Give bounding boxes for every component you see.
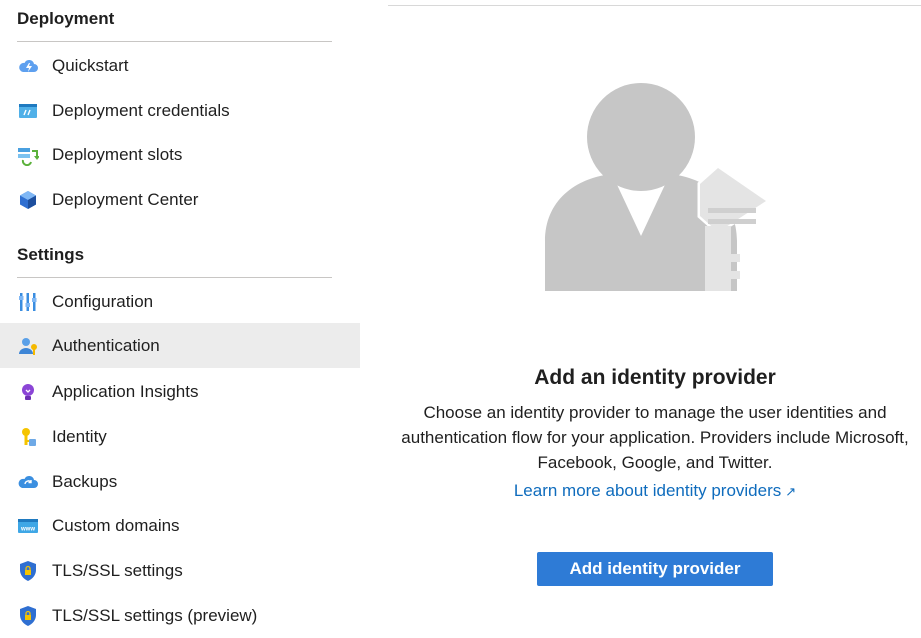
sidebar-item-application-insights[interactable]: Application Insights <box>0 369 360 414</box>
shield-lock-icon <box>17 605 39 627</box>
external-link-icon: ↗ <box>785 484 797 499</box>
cloud-backup-icon <box>17 471 39 493</box>
cube-icon <box>17 189 39 211</box>
svg-text:www: www <box>20 526 35 532</box>
sidebar-item-tls-ssl-settings[interactable]: TLS/SSL settings <box>0 548 360 593</box>
empty-state-heading: Add an identity provider <box>534 366 776 389</box>
sidebar-item-deployment-credentials[interactable]: Deployment credentials <box>0 88 360 133</box>
identity-key-icon <box>17 426 39 448</box>
sidebar: Deployment Quickstart Deployment credent… <box>0 0 360 638</box>
learn-more-link[interactable]: Learn more about identity providers ↗ <box>400 481 910 501</box>
sidebar-item-label: TLS/SSL settings (preview) <box>52 605 258 625</box>
sidebar-item-label: Custom domains <box>52 515 180 535</box>
sidebar-item-configuration[interactable]: Configuration <box>0 279 360 324</box>
section-title-deployment: Deployment <box>17 9 115 28</box>
sidebar-item-tls-ssl-settings-preview[interactable]: TLS/SSL settings (preview) <box>0 593 360 638</box>
sidebar-item-label: Backups <box>52 471 118 491</box>
user-with-key-illustration <box>540 76 771 296</box>
credentials-icon <box>17 100 39 122</box>
sidebar-item-deployment-center[interactable]: Deployment Center <box>0 177 360 222</box>
top-divider <box>388 5 921 6</box>
section-divider <box>17 277 332 278</box>
section-divider <box>17 41 332 42</box>
sidebar-item-deployment-slots[interactable]: Deployment slots <box>0 132 360 177</box>
sidebar-item-backups[interactable]: Backups <box>0 459 360 504</box>
sidebar-item-quickstart[interactable]: Quickstart <box>0 43 360 88</box>
www-icon: www <box>17 515 39 537</box>
cloud-lightning-icon <box>17 55 39 77</box>
sidebar-item-custom-domains[interactable]: www Custom domains <box>0 503 360 548</box>
sidebar-item-label: Application Insights <box>52 381 199 401</box>
section-title-settings: Settings <box>17 245 85 264</box>
sidebar-item-label: Deployment slots <box>52 144 183 164</box>
shield-lock-icon <box>17 560 39 582</box>
empty-state-description: Choose an identity provider to manage th… <box>401 403 909 472</box>
sidebar-item-label: Quickstart <box>52 55 129 75</box>
sidebar-item-label: Deployment credentials <box>52 100 230 120</box>
sidebar-item-identity[interactable]: Identity <box>0 414 360 459</box>
learn-more-link-text[interactable]: Learn more about identity providers <box>514 481 781 500</box>
sidebar-item-label: Identity <box>52 426 107 446</box>
sidebar-item-label: Deployment Center <box>52 189 199 209</box>
user-key-icon <box>17 335 39 357</box>
lightbulb-icon <box>17 381 39 403</box>
sliders-icon <box>17 291 39 313</box>
sidebar-item-label: TLS/SSL settings <box>52 560 183 580</box>
slots-icon <box>17 144 39 166</box>
add-identity-provider-button[interactable]: Add identity provider <box>537 552 773 586</box>
sidebar-item-label: Configuration <box>52 291 154 311</box>
sidebar-item-label: Authentication <box>52 335 160 355</box>
sidebar-item-authentication[interactable]: Authentication <box>0 323 360 368</box>
